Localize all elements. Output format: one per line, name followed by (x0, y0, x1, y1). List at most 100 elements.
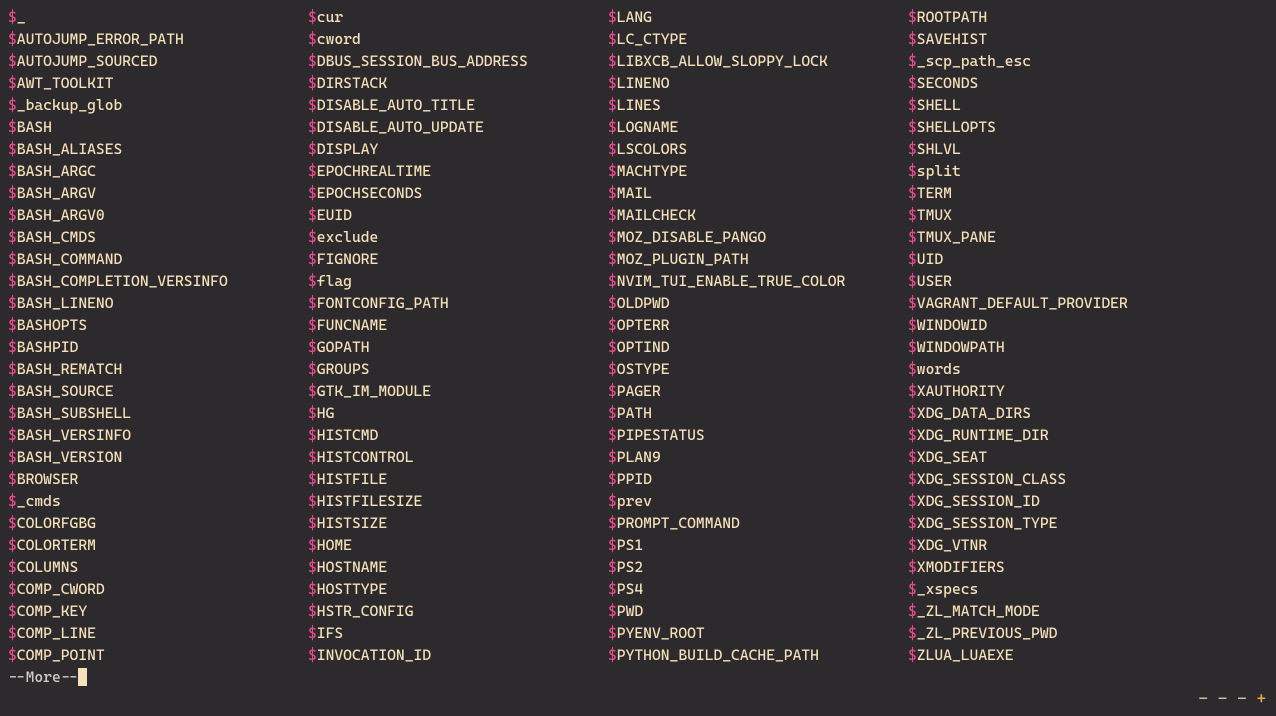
completion-item: $PWD (608, 600, 908, 622)
variable-name: BASHOPTS (17, 316, 87, 334)
variable-name: GROUPS (317, 360, 370, 378)
variable-name: _backup_glob (17, 96, 122, 114)
dollar-sign: $ (308, 360, 317, 378)
completion-item: $BASH_SUBSHELL (8, 402, 308, 424)
completion-item: $WINDOWPATH (908, 336, 1208, 358)
cursor (78, 668, 87, 686)
completion-item: $DBUS_SESSION_BUS_ADDRESS (308, 50, 608, 72)
completion-item: $XDG_SESSION_CLASS (908, 468, 1208, 490)
completion-item: $BASH_ARGC (8, 160, 308, 182)
completion-item: $WINDOWID (908, 314, 1208, 336)
more-prompt-line: --More-- (8, 666, 1268, 688)
completion-item: $DISPLAY (308, 138, 608, 160)
variable-name: BASH_ARGV0 (17, 206, 105, 224)
variable-name: WINDOWPATH (917, 338, 1005, 356)
dollar-sign: $ (308, 382, 317, 400)
completion-item: $split (908, 160, 1208, 182)
completion-item: $ROOTPATH (908, 6, 1208, 28)
dollar-sign: $ (608, 8, 617, 26)
terminal-window[interactable]: $_$AUTOJUMP_ERROR_PATH$AUTOJUMP_SOURCED$… (0, 0, 1276, 716)
completion-item: $PS4 (608, 578, 908, 600)
dollar-sign: $ (608, 140, 617, 158)
variable-name: LINENO (617, 74, 670, 92)
completion-item: $TERM (908, 182, 1208, 204)
dollar-sign: $ (8, 360, 17, 378)
variable-name: WINDOWID (917, 316, 987, 334)
dollar-sign: $ (908, 514, 917, 532)
variable-name: HISTFILESIZE (317, 492, 422, 510)
completion-item: $UID (908, 248, 1208, 270)
dollar-sign: $ (908, 448, 917, 466)
dollar-sign: $ (908, 250, 917, 268)
variable-name: XDG_SESSION_ID (917, 492, 1040, 510)
variable-name: _ZL_MATCH_MODE (917, 602, 1040, 620)
variable-name: GOPATH (317, 338, 370, 356)
dollar-sign: $ (608, 514, 617, 532)
variable-name: LC_CTYPE (617, 30, 687, 48)
completion-item: $_cmds (8, 490, 308, 512)
completion-item: $HSTR_CONFIG (308, 600, 608, 622)
dollar-sign: $ (608, 382, 617, 400)
dollar-sign: $ (908, 536, 917, 554)
completion-item: $exclude (308, 226, 608, 248)
completion-column-4: $ROOTPATH$SAVEHIST$_scp_path_esc$SECONDS… (908, 6, 1208, 666)
completion-item: $PROMPT_COMMAND (608, 512, 908, 534)
completion-item: $XMODIFIERS (908, 556, 1208, 578)
dollar-sign: $ (608, 536, 617, 554)
variable-name: PS4 (617, 580, 643, 598)
dollar-sign: $ (308, 624, 317, 642)
dollar-sign: $ (608, 338, 617, 356)
completion-item: $SAVEHIST (908, 28, 1208, 50)
variable-name: BASH_VERSION (17, 448, 122, 466)
variable-name: GTK_IM_MODULE (317, 382, 431, 400)
completion-item: $COMP_KEY (8, 600, 308, 622)
completion-item: $COLUMNS (8, 556, 308, 578)
completion-item: $DIRSTACK (308, 72, 608, 94)
dollar-sign: $ (608, 426, 617, 444)
completion-item: $XDG_SESSION_ID (908, 490, 1208, 512)
dollar-sign: $ (608, 624, 617, 642)
variable-name: XDG_SESSION_TYPE (917, 514, 1058, 532)
completion-item: $HISTSIZE (308, 512, 608, 534)
completion-item: $PLAN9 (608, 446, 908, 468)
completion-item: $BASH_LINENO (8, 292, 308, 314)
dollar-sign: $ (308, 272, 317, 290)
completion-item: $_ZL_PREVIOUS_PWD (908, 622, 1208, 644)
variable-name: HISTFILE (317, 470, 387, 488)
variable-name: HG (317, 404, 335, 422)
variable-name: BASH_LINENO (17, 294, 114, 312)
variable-name: BASH_REMATCH (17, 360, 122, 378)
variable-name: IFS (317, 624, 343, 642)
variable-name: LIBXCB_ALLOW_SLOPPY_LOCK (617, 52, 828, 70)
variable-name: XDG_SEAT (917, 448, 987, 466)
dollar-sign: $ (908, 228, 917, 246)
variable-name: EPOCHREALTIME (317, 162, 431, 180)
completion-item: $VAGRANT_DEFAULT_PROVIDER (908, 292, 1208, 314)
variable-name: LSCOLORS (617, 140, 687, 158)
variable-name: OPTIND (617, 338, 670, 356)
variable-name: COMP_POINT (17, 646, 105, 664)
dollar-sign: $ (308, 338, 317, 356)
dollar-sign: $ (8, 140, 17, 158)
completion-item: $NVIM_TUI_ENABLE_TRUE_COLOR (608, 270, 908, 292)
completion-item: $PYENV_ROOT (608, 622, 908, 644)
dollar-sign: $ (908, 30, 917, 48)
variable-name: FONTCONFIG_PATH (317, 294, 449, 312)
variable-name: PYENV_ROOT (617, 624, 705, 642)
dollar-sign: $ (908, 206, 917, 224)
dollar-sign: $ (308, 602, 317, 620)
dollar-sign: $ (8, 8, 17, 26)
completion-item: $XDG_RUNTIME_DIR (908, 424, 1208, 446)
variable-name: LINES (617, 96, 661, 114)
variable-name: prev (617, 492, 652, 510)
dollar-sign: $ (908, 140, 917, 158)
completion-item: $HG (308, 402, 608, 424)
variable-name: EPOCHSECONDS (317, 184, 422, 202)
variable-name: BASH_ALIASES (17, 140, 122, 158)
completion-item: $PS2 (608, 556, 908, 578)
variable-name: LANG (617, 8, 652, 26)
variable-name: HISTSIZE (317, 514, 387, 532)
completion-item: $flag (308, 270, 608, 292)
completion-item: $AUTOJUMP_SOURCED (8, 50, 308, 72)
dollar-sign: $ (908, 646, 917, 664)
